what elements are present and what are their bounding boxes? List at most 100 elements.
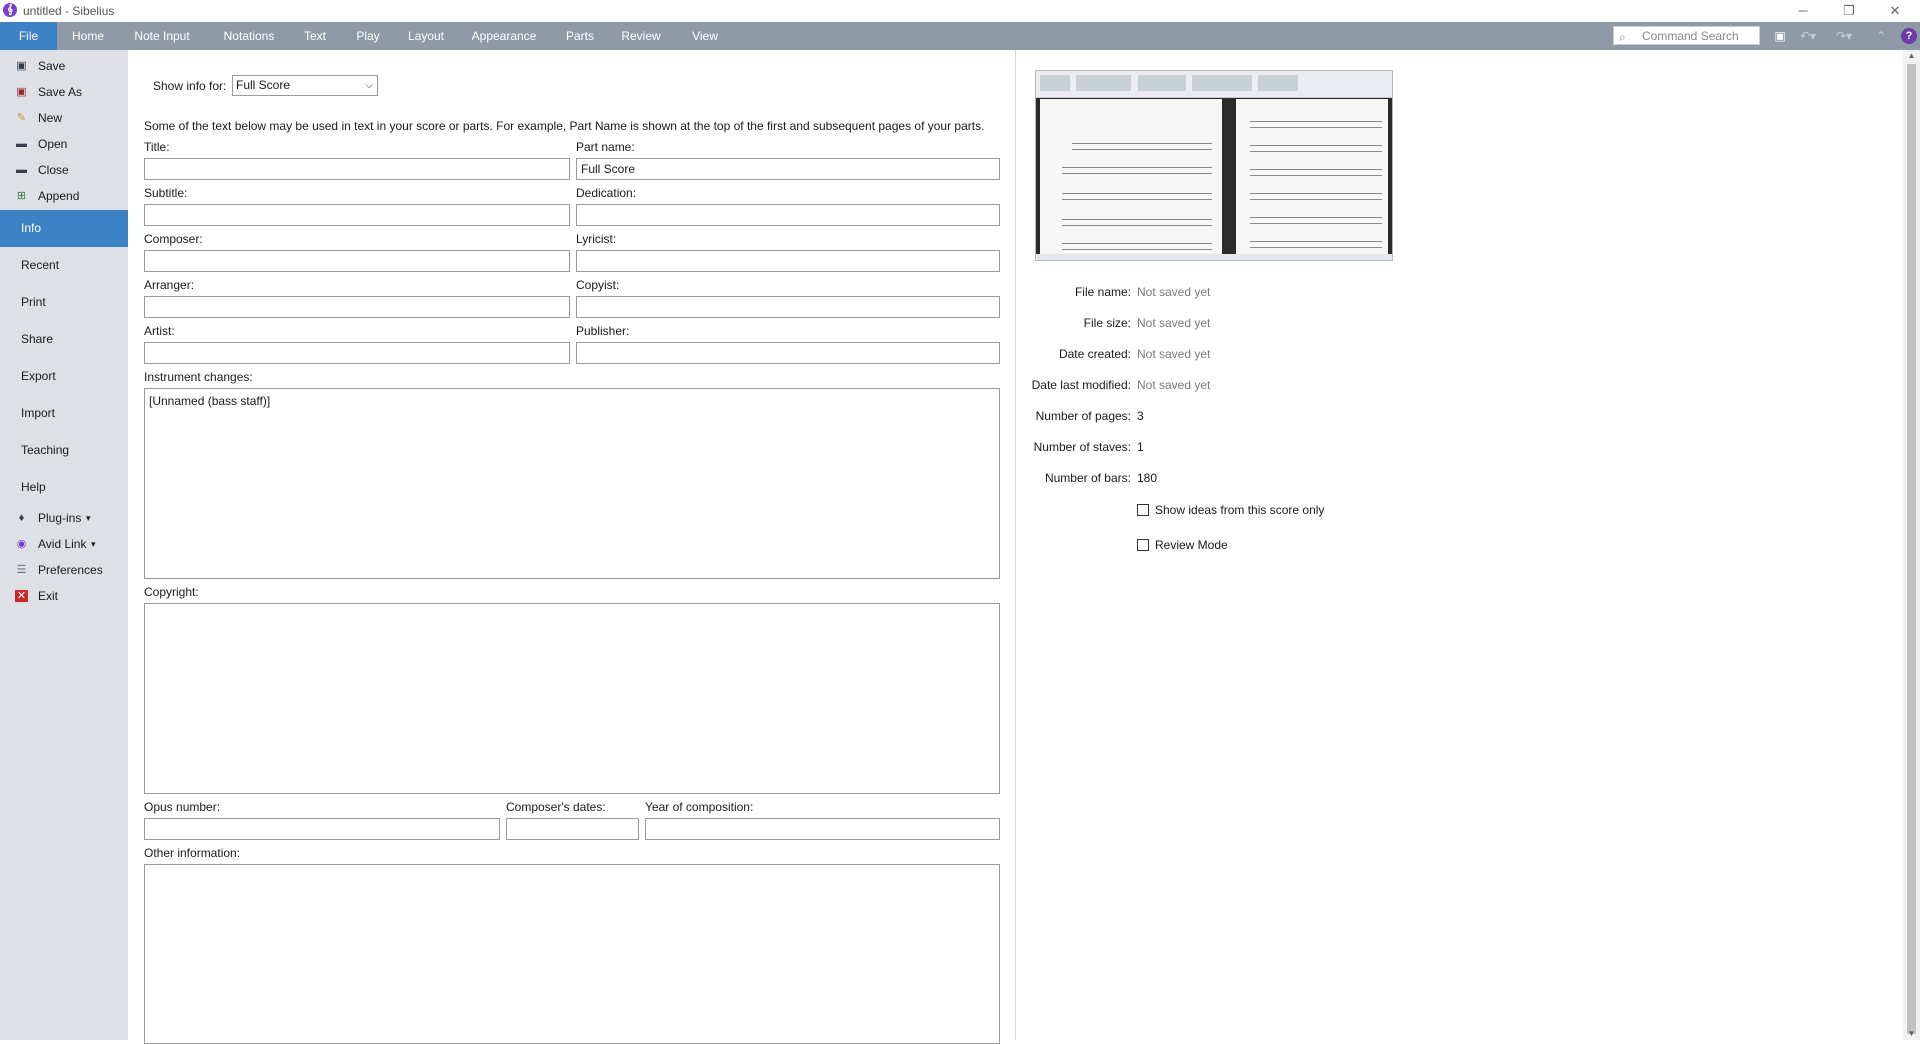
show-info-select[interactable]: Full Score ⌵ bbox=[232, 75, 378, 96]
backstage-sidebar: ▣ Save ▣ Save As ✎ New ▬ Open ▬ Close ⊞ … bbox=[0, 50, 128, 1040]
sidebar-item-open[interactable]: ▬ Open bbox=[0, 132, 128, 156]
sidebar-item-new[interactable]: ✎ New bbox=[0, 106, 128, 130]
tab-view[interactable]: View bbox=[686, 22, 724, 50]
show-ideas-checkbox-label[interactable]: Show ideas from this score only bbox=[1155, 503, 1324, 517]
arranger-label: Arranger: bbox=[144, 278, 195, 292]
new-file-icon: ✎ bbox=[16, 112, 27, 124]
lyricist-field[interactable] bbox=[576, 250, 1000, 272]
sidebar-item-label: New bbox=[38, 111, 63, 125]
opus-number-field[interactable] bbox=[144, 818, 500, 840]
other-information-textarea[interactable] bbox=[144, 864, 1000, 1044]
sidebar-page-help[interactable]: Help bbox=[0, 475, 128, 499]
lyricist-label: Lyricist: bbox=[576, 232, 617, 246]
tab-text[interactable]: Text bbox=[298, 22, 332, 50]
minimize-ribbon-icon[interactable]: ⌃ bbox=[1874, 27, 1888, 45]
sidebar-item-label: Preferences bbox=[38, 563, 103, 577]
number-of-staves-value: 1 bbox=[1137, 440, 1144, 454]
tab-home[interactable]: Home bbox=[64, 22, 112, 50]
redo-icon[interactable]: ↷▾ bbox=[1830, 27, 1858, 45]
tab-notations[interactable]: Notations bbox=[216, 22, 282, 50]
help-icon[interactable]: ? bbox=[1901, 28, 1917, 44]
sibelius-logo-icon: 𝄞 bbox=[3, 3, 17, 17]
save-as-icon: ▣ bbox=[16, 86, 27, 98]
close-window-icon[interactable]: ✕ bbox=[1872, 0, 1918, 22]
chevron-down-icon: ▾ bbox=[86, 513, 91, 523]
sidebar-page-share[interactable]: Share bbox=[0, 327, 128, 351]
subtitle-field[interactable] bbox=[144, 204, 570, 226]
copyist-field[interactable] bbox=[576, 296, 1000, 318]
folder-icon: ▬ bbox=[16, 138, 27, 150]
sidebar-item-label: Avid Link bbox=[38, 537, 87, 551]
arranger-field[interactable] bbox=[144, 296, 570, 318]
sidebar-item-avid-link[interactable]: ◉ Avid Link ▾ bbox=[0, 532, 128, 556]
other-information-label: Other information: bbox=[144, 846, 241, 860]
title-bar: 𝄞 untitled - Sibelius ─ ❐ ✕ bbox=[0, 0, 1920, 22]
quick-save-icon[interactable]: ▣ bbox=[1772, 27, 1788, 45]
show-info-selected-value: Full Score bbox=[236, 78, 291, 92]
review-mode-checkbox-label[interactable]: Review Mode bbox=[1155, 538, 1228, 552]
number-of-pages-value: 3 bbox=[1137, 409, 1144, 423]
tab-review[interactable]: Review bbox=[616, 22, 666, 50]
sidebar-item-save[interactable]: ▣ Save bbox=[0, 54, 128, 78]
command-search-input[interactable]: ⌕ Command Search bbox=[1613, 26, 1760, 45]
sidebar-item-label: Plug-ins bbox=[38, 511, 82, 525]
minimize-icon[interactable]: ─ bbox=[1780, 0, 1826, 22]
instrument-changes-textarea[interactable]: [Unnamed (bass staff)] bbox=[144, 388, 1000, 579]
preview-staff bbox=[1250, 241, 1382, 248]
preview-staff bbox=[1062, 193, 1212, 200]
number-of-bars-label: Number of bars: bbox=[1044, 471, 1131, 485]
sidebar-page-teaching[interactable]: Teaching bbox=[0, 438, 128, 462]
dedication-field[interactable] bbox=[576, 204, 1000, 226]
sidebar-page-label: Import bbox=[21, 406, 56, 420]
review-mode-checkbox[interactable] bbox=[1137, 539, 1149, 551]
sidebar-page-label: Share bbox=[21, 332, 54, 346]
composers-dates-field[interactable] bbox=[506, 818, 639, 840]
number-of-staves-label: Number of staves: bbox=[1033, 440, 1131, 454]
tab-parts[interactable]: Parts bbox=[560, 22, 600, 50]
year-of-composition-field[interactable] bbox=[645, 818, 1000, 840]
preview-staff bbox=[1062, 167, 1212, 174]
part-name-field[interactable]: Full Score bbox=[576, 158, 1000, 180]
sidebar-item-close[interactable]: ▬ Close bbox=[0, 158, 128, 182]
tab-note-input[interactable]: Note Input bbox=[126, 22, 198, 50]
score-preview-thumbnail bbox=[1035, 70, 1393, 261]
sidebar-item-preferences[interactable]: ☰ Preferences bbox=[0, 558, 128, 582]
file-name-label: File name: bbox=[1074, 285, 1131, 299]
sidebar-page-export[interactable]: Export bbox=[0, 364, 128, 388]
sidebar-item-plug-ins[interactable]: ♦ Plug-ins ▾ bbox=[0, 506, 128, 530]
composer-field[interactable] bbox=[144, 250, 570, 272]
sidebar-item-append[interactable]: ⊞ Append bbox=[0, 184, 128, 208]
vertical-scrollbar[interactable]: ▲ ▼ bbox=[1903, 50, 1920, 1040]
sidebar-page-print[interactable]: Print bbox=[0, 290, 128, 314]
sidebar-item-exit[interactable]: ✕ Exit bbox=[0, 584, 128, 608]
scrollbar-thumb[interactable] bbox=[1907, 64, 1916, 1034]
scroll-down-icon[interactable]: ▼ bbox=[1903, 1028, 1920, 1040]
tab-file[interactable]: File bbox=[0, 22, 57, 50]
tab-play[interactable]: Play bbox=[352, 22, 384, 50]
publisher-field[interactable] bbox=[576, 342, 1000, 364]
preview-page-right bbox=[1236, 99, 1388, 255]
undo-icon[interactable]: ↶▾ bbox=[1794, 27, 1822, 45]
scroll-up-icon[interactable]: ▲ bbox=[1903, 50, 1920, 62]
preview-staff bbox=[1062, 219, 1212, 226]
copyright-textarea[interactable] bbox=[144, 603, 1000, 794]
number-of-bars-value: 180 bbox=[1137, 471, 1158, 485]
subtitle-label: Subtitle: bbox=[144, 186, 188, 200]
sidebar-item-save-as[interactable]: ▣ Save As bbox=[0, 80, 128, 104]
sidebar-page-info[interactable]: Info bbox=[0, 210, 128, 247]
restore-icon[interactable]: ❐ bbox=[1826, 0, 1872, 22]
title-field[interactable] bbox=[144, 158, 570, 180]
tab-appearance[interactable]: Appearance bbox=[468, 22, 540, 50]
copyright-label: Copyright: bbox=[144, 585, 199, 599]
preview-staff bbox=[1250, 121, 1382, 128]
date-last-modified-value: Not saved yet bbox=[1137, 378, 1211, 392]
show-ideas-checkbox[interactable] bbox=[1137, 504, 1149, 516]
preview-staff bbox=[1072, 143, 1212, 150]
preview-staff bbox=[1250, 193, 1382, 200]
sidebar-page-import[interactable]: Import bbox=[0, 401, 128, 425]
part-name-label: Part name: bbox=[576, 140, 635, 154]
sidebar-page-recent[interactable]: Recent bbox=[0, 253, 128, 277]
artist-field[interactable] bbox=[144, 342, 570, 364]
tab-layout[interactable]: Layout bbox=[402, 22, 450, 50]
preview-status-bar bbox=[1036, 254, 1392, 260]
